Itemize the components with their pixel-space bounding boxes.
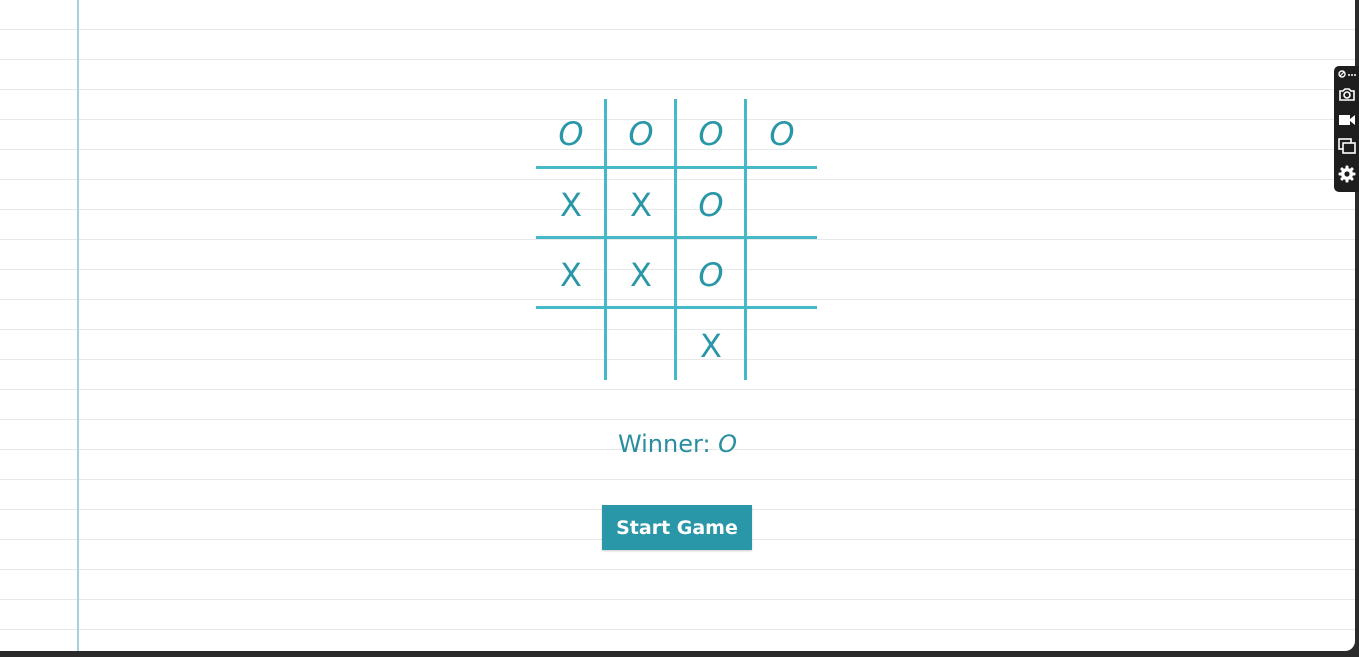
- board-cell-r0-c0[interactable]: O: [536, 99, 606, 169]
- board-cell-r2-c1[interactable]: X: [606, 240, 676, 310]
- board-cell-r1-c3[interactable]: [747, 170, 817, 240]
- board-cell-r2-c0[interactable]: X: [536, 240, 606, 310]
- game-board: O O O O X X O X X O X: [536, 99, 818, 381]
- winner-value: O: [718, 430, 738, 458]
- board-cell-r3-c0[interactable]: [536, 311, 606, 381]
- board-cell-r0-c2[interactable]: O: [676, 99, 746, 169]
- board-cell-r1-c2[interactable]: O: [676, 170, 746, 240]
- board-cell-r0-c3[interactable]: O: [747, 99, 817, 169]
- start-game-button[interactable]: Start Game: [602, 505, 752, 550]
- pin-icon[interactable]: [1334, 67, 1359, 81]
- board-cell-r2-c2[interactable]: O: [676, 240, 746, 310]
- board-cell-r2-c3[interactable]: [747, 240, 817, 310]
- board-cell-r3-c2[interactable]: X: [676, 311, 746, 381]
- video-icon[interactable]: [1334, 109, 1359, 131]
- windows-icon[interactable]: [1334, 135, 1359, 157]
- board-cell-r1-c0[interactable]: X: [536, 170, 606, 240]
- board-cell-r0-c1[interactable]: O: [606, 99, 676, 169]
- screenshot-toolbar: [1334, 66, 1359, 192]
- board-cell-r1-c1[interactable]: X: [606, 170, 676, 240]
- winner-label: Winner:: [617, 430, 711, 458]
- gear-icon[interactable]: [1334, 162, 1359, 186]
- game-status: Winner: O: [0, 430, 1355, 458]
- board-cell-r3-c1[interactable]: [606, 311, 676, 381]
- board-cell-r3-c3[interactable]: [747, 311, 817, 381]
- window-bottom-edge: [0, 651, 1359, 657]
- notebook-margin-line: [77, 0, 79, 651]
- notebook-page: O O O O X X O X X O X Winner: O Start Ga…: [0, 0, 1355, 651]
- camera-icon[interactable]: [1334, 83, 1359, 105]
